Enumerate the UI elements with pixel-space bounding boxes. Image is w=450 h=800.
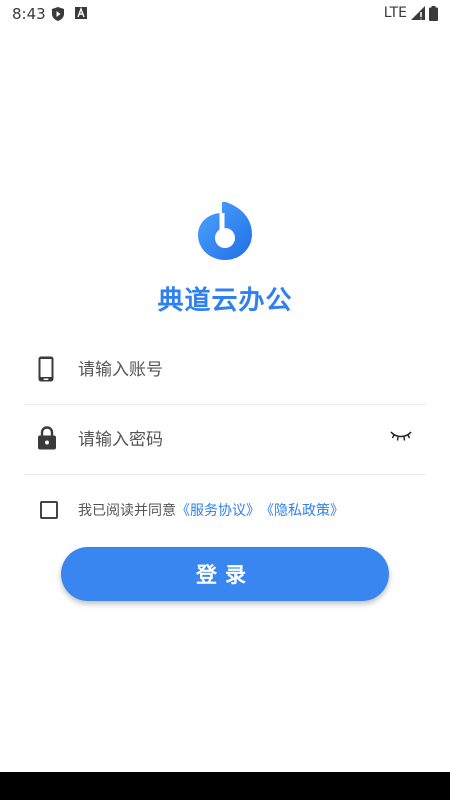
status-time: 8:43 [12,5,46,23]
service-agreement-link[interactable]: 《服务协议》 [176,500,260,520]
font-a-icon [75,7,87,19]
agreement-row: 我已阅读并同意 《服务协议》 《隐私政策》 [40,498,344,522]
network-label: LTE [383,5,407,21]
music-note-logo-icon [198,202,252,260]
agreement-checkbox[interactable] [40,501,58,519]
login-button[interactable]: 登录 [61,547,389,601]
app-title: 典道云办公 [157,286,293,316]
battery-icon [429,5,438,21]
shield-play-icon [52,7,64,21]
status-bar: 8:43 LTE [0,0,450,28]
signal-icon [411,6,425,20]
privacy-policy-link[interactable]: 《隐私政策》 [260,500,344,520]
password-field-row [24,404,426,475]
lock-icon [38,426,56,450]
agreement-text: 我已阅读并同意 [78,503,176,519]
eye-closed-icon[interactable] [390,430,412,442]
account-field-row [24,334,426,405]
account-input[interactable] [76,352,380,388]
phone-icon [38,356,54,382]
password-input[interactable] [76,422,380,458]
status-right: LTE [384,5,438,21]
navigation-bar [0,772,450,800]
